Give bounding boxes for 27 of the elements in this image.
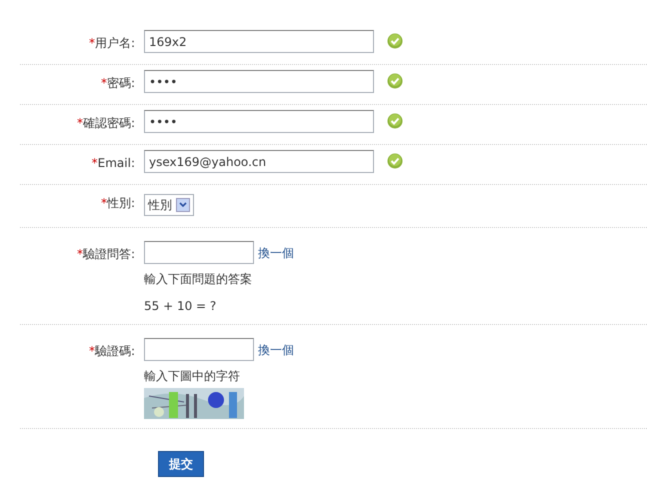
required-mark: * bbox=[92, 156, 98, 170]
field-label: 用户名: bbox=[94, 36, 135, 50]
input-field[interactable]: •••• bbox=[144, 110, 374, 133]
required-mark: * bbox=[76, 116, 83, 130]
input-field[interactable]: •••• bbox=[144, 70, 374, 93]
hint-text: 輸入下面問題的答案 bbox=[144, 271, 253, 288]
question-text: 55 + 10 = ? bbox=[144, 298, 218, 315]
refresh-link[interactable]: 換一個 bbox=[258, 244, 294, 264]
refresh-link[interactable]: 換一個 bbox=[258, 341, 294, 361]
input-field[interactable] bbox=[144, 338, 254, 361]
input-field[interactable] bbox=[144, 241, 254, 264]
required-mark: * bbox=[88, 344, 95, 358]
required-mark: * bbox=[100, 76, 107, 90]
field-label: 驗證碼: bbox=[94, 344, 135, 358]
required-mark: * bbox=[76, 247, 83, 261]
submit-button[interactable]: 提交 bbox=[158, 451, 204, 477]
field-label: Email: bbox=[98, 156, 135, 170]
field-label: 驗證問答: bbox=[82, 247, 135, 261]
input-field[interactable]: ysex169@yahoo.cn bbox=[144, 150, 374, 173]
hint-text: 輸入下圖中的字符 bbox=[144, 368, 241, 385]
field-label: 密碼: bbox=[106, 76, 135, 90]
input-field[interactable]: 169x2 bbox=[144, 30, 374, 53]
field-label: 確認密碼: bbox=[82, 116, 135, 130]
gender-dropdown[interactable]: 性別 bbox=[144, 194, 194, 216]
field-label: 性別: bbox=[106, 196, 135, 210]
required-mark: * bbox=[88, 36, 95, 50]
required-mark: * bbox=[100, 196, 107, 210]
